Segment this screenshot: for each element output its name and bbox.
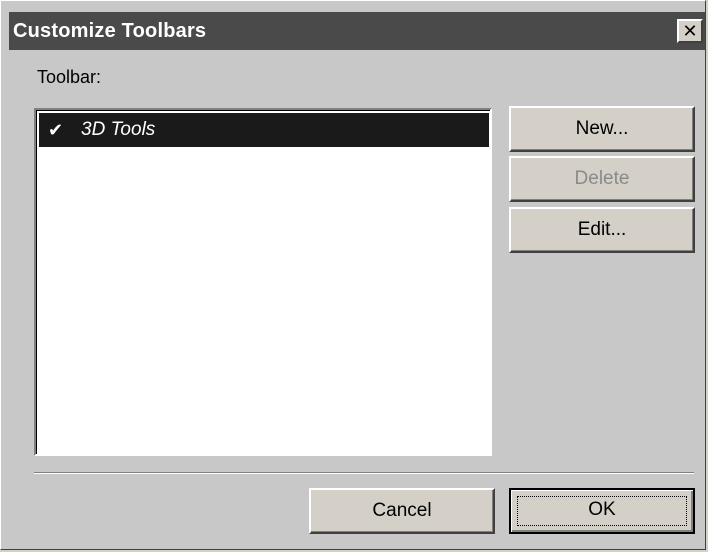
customize-toolbars-dialog: Customize Toolbars ✕ Toolbar: ✔ 3D Tools… <box>0 0 706 550</box>
separator-line <box>34 472 694 474</box>
cancel-button[interactable]: Cancel <box>309 488 495 534</box>
ok-button[interactable]: OK <box>509 488 695 534</box>
close-button[interactable]: ✕ <box>677 19 703 43</box>
delete-button-label: Delete <box>574 168 630 189</box>
new-button[interactable]: New... <box>509 106 695 152</box>
delete-button[interactable]: Delete <box>509 156 695 202</box>
new-button-label: New... <box>575 118 629 139</box>
list-item-label: 3D Tools <box>81 119 156 140</box>
edit-button-label: Edit... <box>577 219 627 240</box>
cancel-button-label: Cancel <box>372 500 432 521</box>
toolbar-listbox[interactable]: ✔ 3D Tools <box>34 108 492 456</box>
list-item-3d-tools[interactable]: ✔ 3D Tools <box>39 113 489 147</box>
title-bar[interactable]: Customize Toolbars ✕ <box>9 12 705 50</box>
dialog-title: Customize Toolbars <box>13 20 207 42</box>
edit-button[interactable]: Edit... <box>509 207 695 253</box>
ok-button-label: OK <box>588 499 616 520</box>
checkmark-icon[interactable]: ✔ <box>48 120 63 140</box>
toolbar-list-label: Toolbar: <box>37 67 102 87</box>
close-icon: ✕ <box>682 21 698 41</box>
